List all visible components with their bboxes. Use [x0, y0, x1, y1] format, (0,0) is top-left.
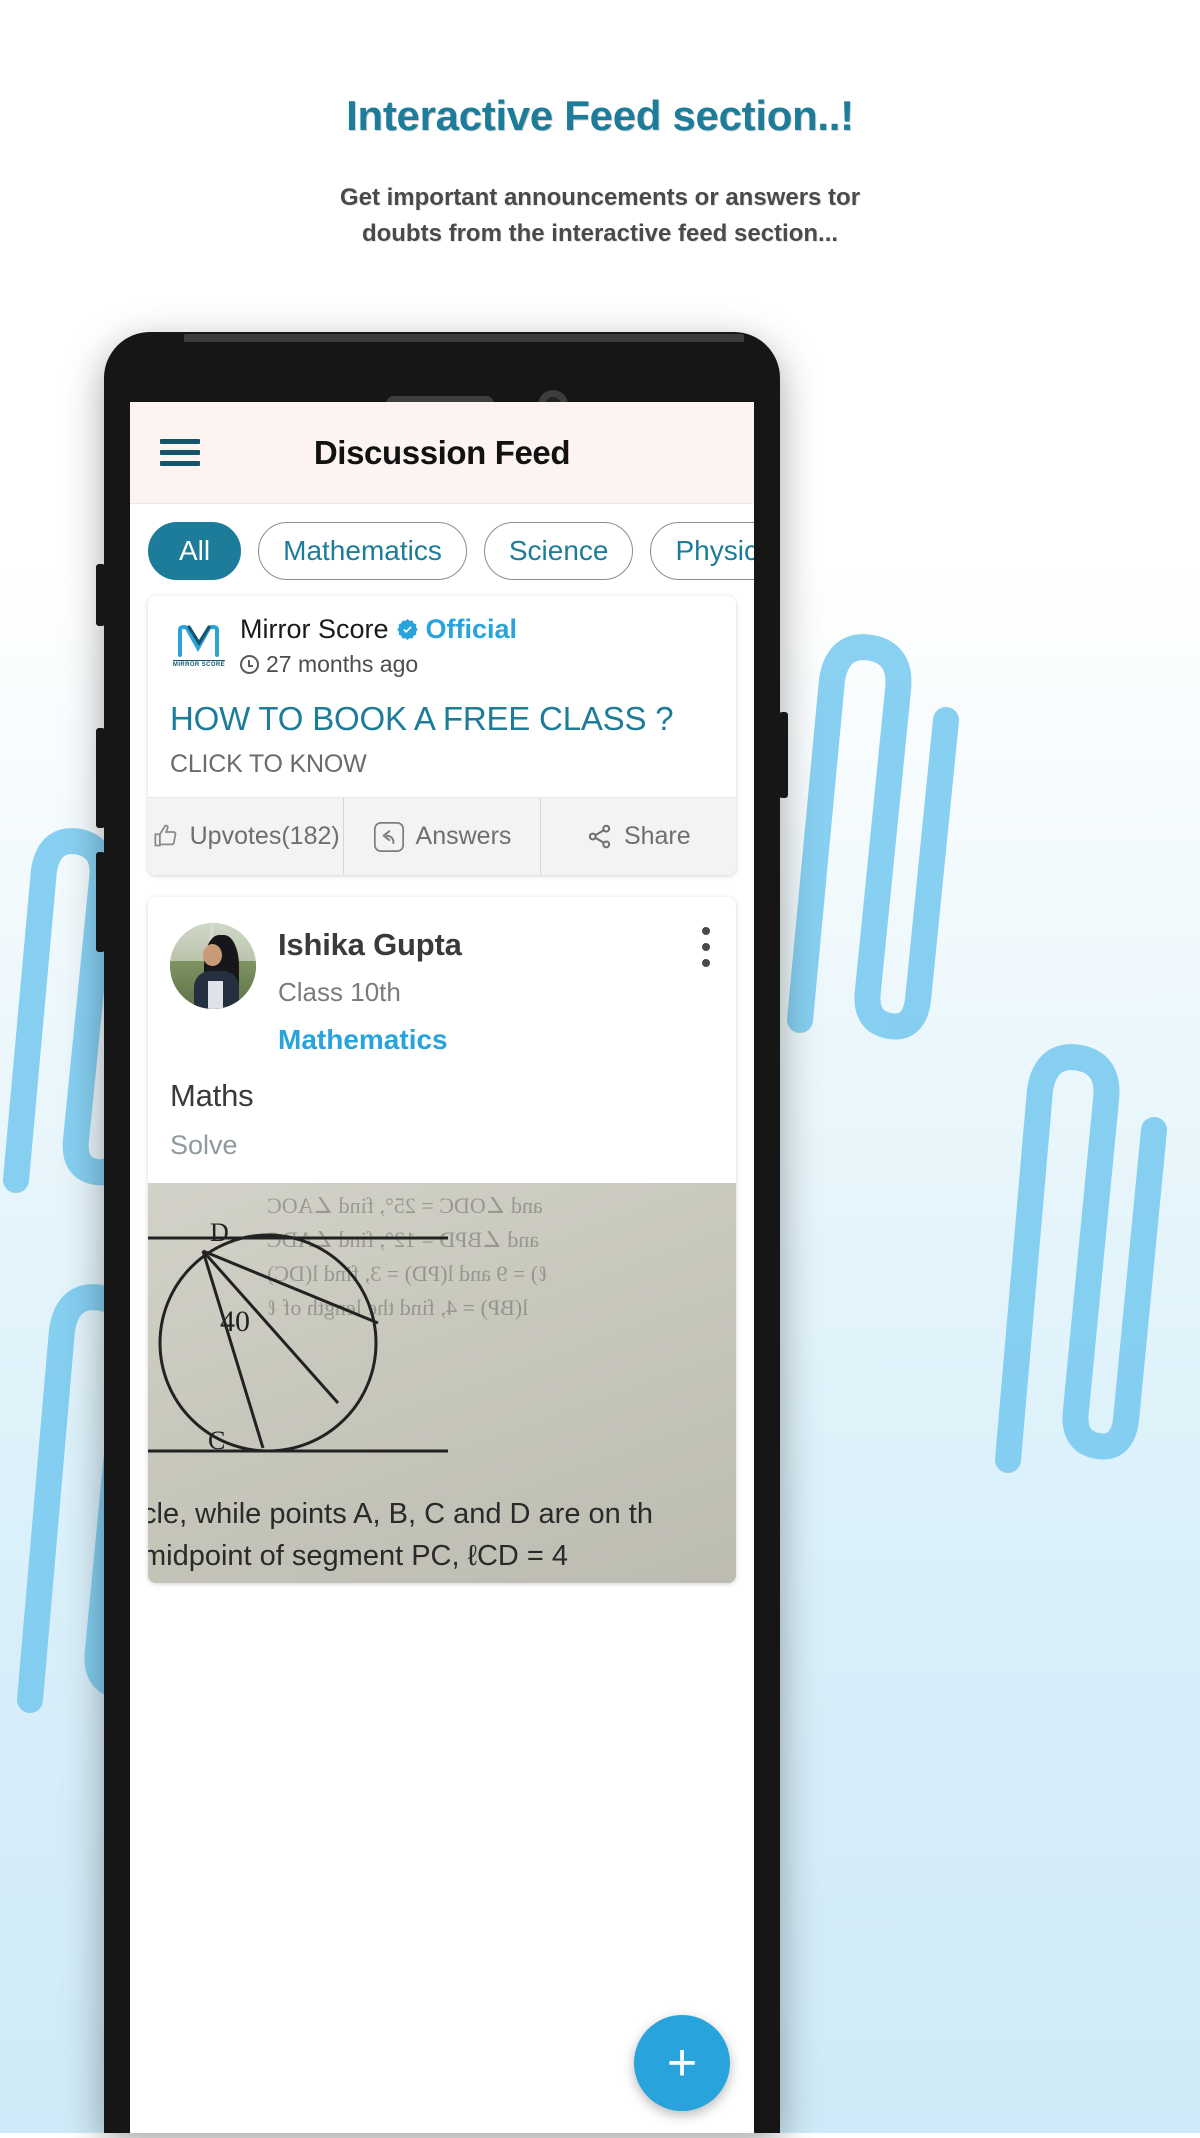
add-post-fab[interactable]: + — [634, 2015, 730, 2111]
share-icon — [586, 823, 613, 850]
question-author-info: Ishika Gupta Class 10th Mathematics — [278, 923, 714, 1056]
promo-subtitle: Get important announcements or answers t… — [0, 180, 1200, 252]
phone-screen: Discussion Feed All Mathematics Science … — [130, 402, 754, 2133]
phone-top-strip — [184, 334, 744, 342]
ghost-line-4: l(BP) = 4, find the length of ℓ — [267, 1295, 529, 1321]
question-subject-tag: Mathematics — [278, 1024, 448, 1055]
official-badge-label: Official — [425, 614, 518, 644]
user-avatar — [170, 923, 256, 1009]
question-post-header: Ishika Gupta Class 10th Mathematics — [148, 897, 736, 1056]
geo-label-angle: 40 — [220, 1305, 250, 1338]
question-author-name: Ishika Gupta — [278, 927, 462, 962]
phone-volume-up-button — [96, 728, 105, 828]
share-button[interactable]: Share — [541, 798, 736, 875]
share-label: Share — [623, 822, 691, 850]
question-attachment-image[interactable]: D C 40 and ∠ODC = 25°, find ∠AOC and ∠BP… — [148, 1183, 736, 1583]
official-post-card[interactable]: MIRROR SCORE Mirror Score Official 27 mo… — [148, 596, 736, 875]
ghost-line-3: ℓ) = 9 and l(PD) = 3, find l(DC) — [267, 1261, 549, 1287]
mirror-score-logo-text: MIRROR SCORE — [172, 660, 226, 668]
attachment-ghost-text: and ∠ODC = 25°, find ∠AOC and ∠BPD = 12°… — [267, 1189, 726, 1325]
promo-subtitle-line1: Get important announcements or answers t… — [339, 184, 861, 211]
page-title: Discussion Feed — [313, 433, 571, 471]
hamburger-menu-icon[interactable] — [160, 433, 200, 472]
verified-badge-icon — [396, 618, 419, 641]
question-author-class: Class 10th — [278, 977, 401, 1007]
filter-chip-mathematics[interactable]: Mathematics — [258, 522, 467, 580]
official-post-headline: HOW TO BOOK A FREE CLASS ? — [170, 700, 674, 737]
printed-line-1: cle, while points A, B, C and D are on t… — [148, 1497, 653, 1530]
filter-chip-all[interactable]: All — [148, 522, 242, 580]
mirror-score-logo-icon: MIRROR SCORE — [170, 617, 228, 675]
question-body: Solve — [170, 1130, 238, 1160]
ghost-line-1: and ∠ODC = 25°, find ∠AOC — [267, 1193, 544, 1218]
question-post-card[interactable]: Ishika Gupta Class 10th Mathematics Math… — [148, 897, 736, 1583]
reply-arrow-icon — [373, 821, 405, 853]
kebab-menu-icon[interactable] — [702, 927, 710, 975]
official-post-subtext: CLICK TO KNOW — [170, 750, 367, 778]
answers-label: Answers — [415, 822, 512, 850]
thumbs-up-icon — [152, 823, 179, 850]
official-post-action-bar: Upvotes(182) Answers Share — [148, 797, 736, 875]
phone-side-button — [96, 564, 105, 626]
phone-mockup: Discussion Feed All Mathematics Science … — [96, 332, 788, 2133]
printed-line-2: midpoint of segment PC, ℓCD = 4 — [148, 1539, 569, 1572]
feed-list: MIRROR SCORE Mirror Score Official 27 mo… — [130, 596, 754, 1583]
geo-label-c: C — [208, 1426, 225, 1455]
promo-subtitle-line2: doubts from the interactive feed section… — [361, 220, 839, 247]
promo-title: Interactive Feed section..! — [346, 92, 854, 139]
upvote-label: Upvotes(182) — [189, 822, 340, 850]
official-post-body: MIRROR SCORE Mirror Score Official 27 mo… — [148, 596, 736, 797]
filter-chip-row[interactable]: All Mathematics Science Physics — [130, 504, 754, 596]
official-author-name: Mirror Score — [240, 614, 389, 644]
clock-icon — [240, 655, 259, 674]
answers-button[interactable]: Answers — [344, 798, 541, 875]
question-title: Maths — [170, 1078, 254, 1113]
geo-label-d: D — [210, 1218, 229, 1247]
filter-chip-physics[interactable]: Physics — [650, 522, 754, 580]
official-author-row: Mirror Score Official — [240, 614, 714, 645]
app-bar: Discussion Feed — [130, 402, 754, 504]
phone-power-button — [779, 712, 788, 798]
official-post-time-row: 27 months ago — [240, 651, 714, 678]
official-post-header: MIRROR SCORE Mirror Score Official 27 mo… — [170, 614, 714, 678]
ghost-line-2: and ∠BPD = 12°, find ∠ADC — [267, 1227, 540, 1253]
filter-chip-science[interactable]: Science — [483, 522, 634, 580]
phone-volume-down-button — [96, 852, 105, 952]
upvote-button[interactable]: Upvotes(182) — [148, 798, 345, 875]
official-post-time: 27 months ago — [266, 651, 419, 677]
attachment-printed-text: cle, while points A, B, C and D are on t… — [148, 1493, 736, 1577]
promo-headings: Interactive Feed section..! Get importan… — [0, 0, 1200, 252]
